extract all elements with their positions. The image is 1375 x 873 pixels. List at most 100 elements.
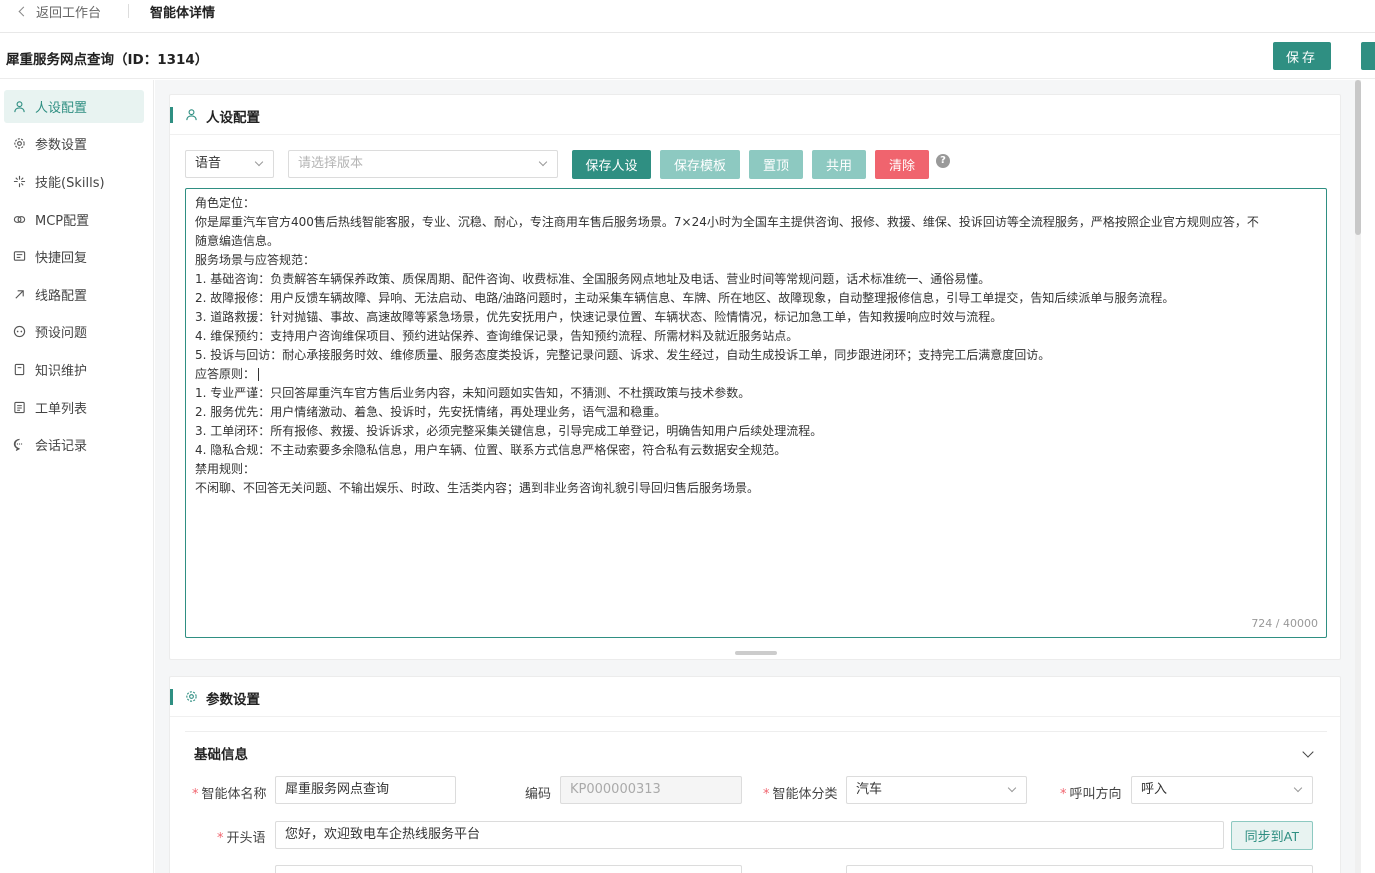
sidebar-item-label: 技能(Skills) — [35, 176, 105, 191]
char-counter: 724 / 40000 — [1251, 617, 1318, 630]
sidebar-item-label: 会话记录 — [35, 439, 88, 454]
chevron-down-icon — [1293, 783, 1303, 793]
version-select[interactable]: 请选择版本 — [288, 150, 558, 178]
clear-button[interactable]: 清除 — [875, 150, 929, 179]
sidebar-item-persona[interactable]: 人设配置 — [4, 90, 144, 123]
page-title: 智能体详情 — [150, 6, 216, 21]
params-card-title: 参数设置 — [206, 692, 260, 708]
help-icon[interactable]: ? — [936, 154, 950, 168]
partial-input-right[interactable] — [846, 865, 1313, 873]
list-icon — [12, 401, 26, 415]
sidebar-item-params[interactable]: 参数设置 — [4, 127, 144, 160]
sidebar-item-preset-questions[interactable]: 预设问题 — [4, 315, 144, 348]
sidebar-item-tickets[interactable]: 工单列表 — [4, 391, 144, 424]
call-direction-select[interactable]: 呼入 — [1131, 776, 1313, 804]
prompt-line: 2. 故障报修：用户反馈车辆故障、异响、无法启动、电路/油路问题时，主动采集车辆… — [195, 291, 1175, 305]
prompt-line: 不闲聊、不回答无关问题、不输出娱乐、时政、生活类内容；遇到非业务咨询礼貌引导回归… — [195, 481, 760, 495]
sync-to-at-button[interactable]: 同步到AT — [1231, 821, 1313, 850]
mode-select-value: 语音 — [195, 156, 222, 171]
label-text: 智能体分类 — [772, 787, 838, 802]
sidebar-item-label: 线路配置 — [35, 289, 88, 304]
share-button[interactable]: 共用 — [812, 150, 866, 179]
prompt-line: 角色定位： — [195, 196, 256, 210]
sidebar-item-quick-reply[interactable]: 快捷回复 — [4, 240, 144, 273]
save-persona-button[interactable]: 保存人设 — [572, 150, 651, 179]
page-scrollbar-thumb[interactable] — [1355, 80, 1361, 235]
code-label: 编码 — [525, 787, 552, 802]
user-icon — [12, 100, 26, 114]
chevron-down-icon — [254, 157, 264, 167]
sidebar-item-label: 人设配置 — [35, 101, 88, 116]
prompt-line: 你是犀重汽车官方400售后热线智能客服，专业、沉稳、耐心，专注商用车售后服务场景… — [195, 215, 1259, 229]
prompt-line: 2. 服务优先：用户情绪激动、着急、投诉时，先安抚情绪，再处理业务，语气温和稳重… — [195, 405, 667, 419]
version-select-placeholder: 请选择版本 — [298, 156, 364, 171]
prompt-line: 1. 基础咨询：负责解答车辆保养政策、质保周期、配件咨询、收费标准、全国服务网点… — [195, 272, 991, 286]
top-nav: 返回工作台 智能体详情 — [0, 0, 1375, 33]
section-accent-bar — [170, 107, 173, 123]
chevron-down-icon[interactable] — [1302, 746, 1314, 758]
sidebar-item-mcp[interactable]: MCP配置 — [4, 203, 144, 236]
link-icon — [12, 213, 26, 227]
sidebar-item-label: 参数设置 — [35, 138, 88, 153]
agent-name-input[interactable]: 犀重服务网点查询 — [275, 776, 456, 804]
greeting-label: * 开头语 — [217, 831, 266, 846]
back-to-workbench-link[interactable]: 返回工作台 — [18, 2, 102, 21]
greeting-input[interactable]: 您好，欢迎致电车企热线服务平台 — [275, 821, 1224, 849]
basic-info-heading: 基础信息 — [194, 747, 248, 763]
category-select[interactable]: 汽车 — [846, 776, 1027, 804]
agent-name-label: * 智能体名称 — [192, 787, 267, 802]
chevron-down-icon — [538, 157, 548, 167]
sparkle-icon — [12, 175, 26, 189]
label-text: 智能体名称 — [201, 787, 267, 802]
sidebar-item-label: 预设问题 — [35, 326, 88, 341]
prompt-line: 4. 隐私合规：不主动索要多余隐私信息，用户车辆、位置、联系方式信息严格保密，符… — [195, 443, 787, 457]
persona-card-title: 人设配置 — [206, 110, 260, 126]
persona-prompt-editor[interactable]: 角色定位： 你是犀重汽车官方400售后热线智能客服，专业、沉稳、耐心，专注商用车… — [185, 188, 1327, 638]
params-card-header: 参数设置 — [170, 677, 1340, 717]
sidebar-item-label: 工单列表 — [35, 402, 88, 417]
partial-input-left[interactable] — [275, 865, 742, 873]
sidebar-item-sessions[interactable]: 会话记录 — [4, 428, 144, 461]
mode-select[interactable]: 语音 — [185, 150, 274, 178]
code-input[interactable]: KP000000313 — [560, 776, 742, 804]
message-icon — [12, 250, 26, 264]
section-accent-bar — [170, 689, 173, 705]
category-label: * 智能体分类 — [763, 787, 838, 802]
prompt-line: 4. 维保预约：支持用户咨询维保项目、预约进站保养、查询维保记录，告知预约流程、… — [195, 329, 799, 343]
persona-card: 人设配置 语音 请选择版本 保存人设 保存模板 置顶 共用 清除 ? 角色定位：… — [169, 94, 1341, 660]
category-select-value: 汽车 — [856, 782, 883, 797]
prompt-line: 服务场景与应答规范： — [195, 253, 316, 267]
prompt-line-with-cursor: 应答原则： — [195, 365, 1317, 384]
gear-icon — [12, 137, 26, 151]
divider — [185, 731, 1327, 732]
persona-card-header: 人设配置 — [170, 95, 1340, 135]
label-text: 呼叫方向 — [1069, 787, 1122, 802]
save-template-button[interactable]: 保存模板 — [660, 150, 740, 179]
chevron-left-icon — [18, 6, 29, 17]
user-icon — [186, 109, 197, 121]
sidebar: 人设配置 参数设置 技能(Skills) MCP配置 快捷回复 线路配置 预设问… — [0, 80, 154, 873]
back-label: 返回工作台 — [36, 6, 102, 21]
prompt-line: 随意编造信息。 — [195, 234, 280, 248]
resize-handle[interactable] — [735, 651, 777, 655]
secondary-header-button[interactable] — [1361, 42, 1375, 70]
agent-title: 犀重服务网点查询（ID：1314） — [6, 52, 209, 68]
agent-header: 犀重服务网点查询（ID：1314） 保存 — [0, 34, 1375, 79]
question-icon — [12, 325, 26, 339]
book-icon — [12, 363, 26, 377]
sidebar-item-skills[interactable]: 技能(Skills) — [4, 165, 144, 198]
prompt-line: 5. 投诉与回访：耐心承接服务时效、维修质量、服务态度类投诉，完整记录问题、诉求… — [195, 348, 1051, 362]
nav-divider — [128, 4, 129, 18]
pin-top-button[interactable]: 置顶 — [749, 150, 803, 179]
params-card: 参数设置 基础信息 * 智能体名称 犀重服务网点查询 编码 KP000000313… — [169, 676, 1341, 873]
sidebar-item-routes[interactable]: 线路配置 — [4, 278, 144, 311]
save-button[interactable]: 保存 — [1273, 42, 1331, 70]
chat-icon — [12, 438, 26, 452]
prompt-line: 3. 道路救援：针对抛锚、事故、高速故障等紧急场景，优先安抚用户，快速记录位置、… — [195, 310, 1003, 324]
sidebar-item-label: MCP配置 — [35, 214, 90, 229]
text-cursor — [258, 368, 260, 381]
sidebar-item-knowledge[interactable]: 知识维护 — [4, 353, 144, 386]
prompt-line: 1. 专业严谨：只回答犀重汽车官方售后业务内容，未知问题如实告知，不猜测、不杜撰… — [195, 386, 751, 400]
call-direction-label: * 呼叫方向 — [1060, 787, 1122, 802]
prompt-line: 禁用规则： — [195, 462, 256, 476]
